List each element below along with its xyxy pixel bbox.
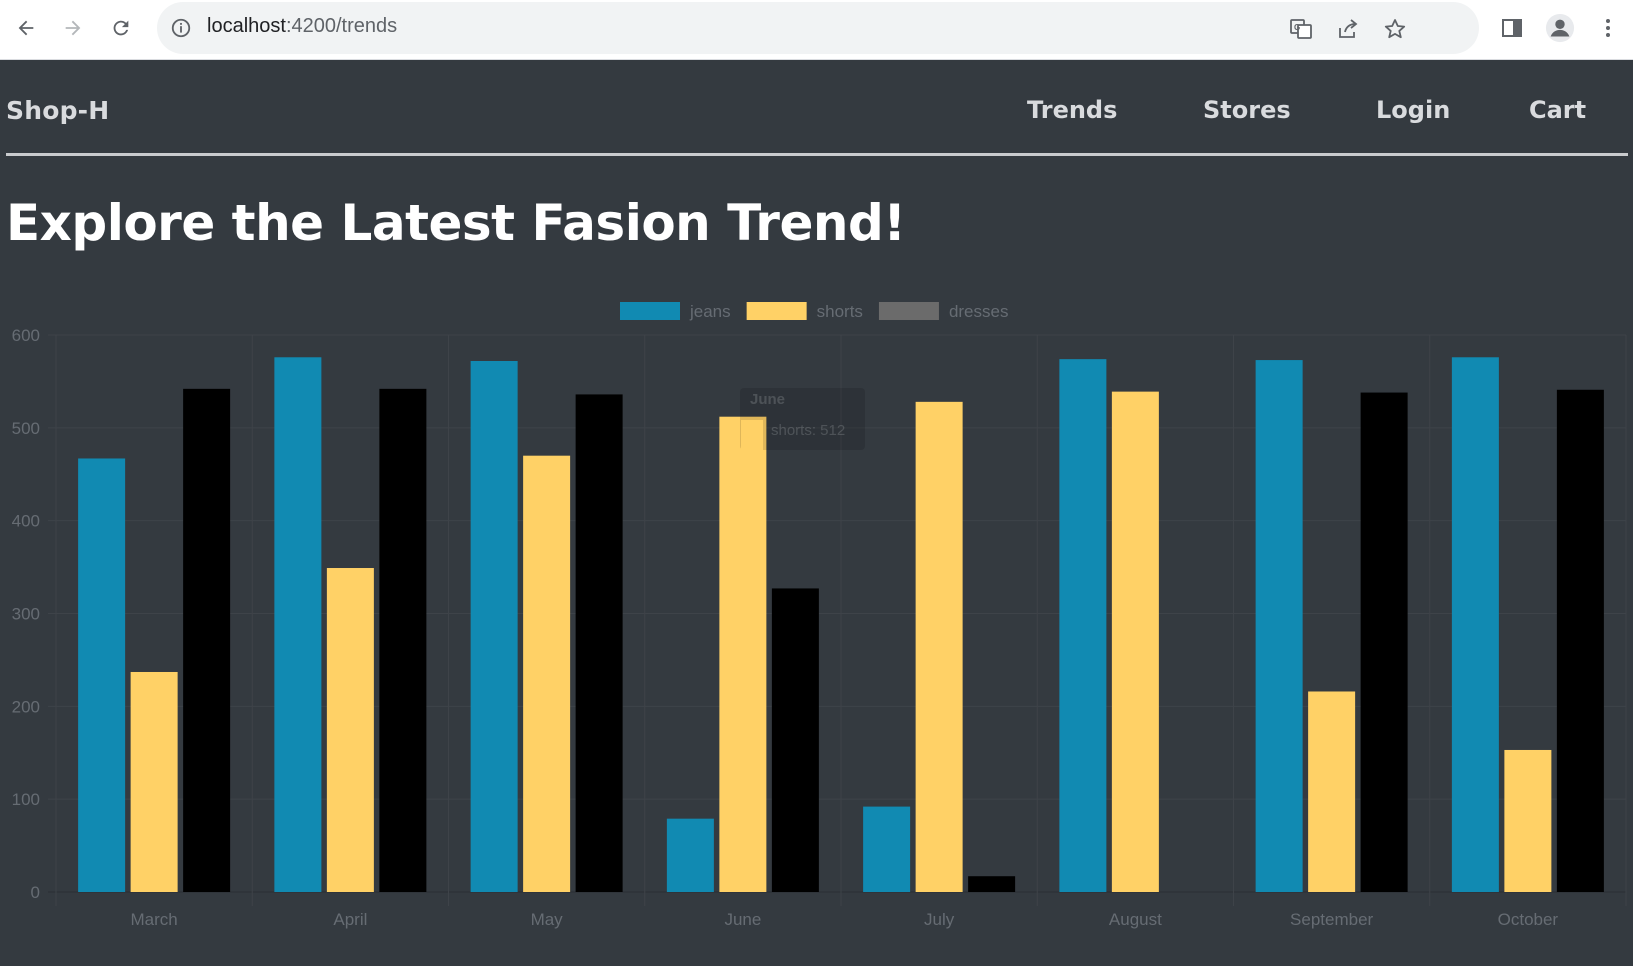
legend-label-jeans: jeans xyxy=(689,302,731,321)
bar-jeans xyxy=(666,818,714,892)
chart-tooltip: June shorts: 512 xyxy=(740,388,865,450)
side-panel-icon[interactable] xyxy=(1496,12,1528,44)
page-title: Explore the Latest Fasion Trend! xyxy=(6,194,906,252)
nav-link-cart[interactable]: Cart xyxy=(1529,96,1586,124)
tooltip-line: shorts: 512 xyxy=(771,422,845,439)
legend-label-shorts: shorts xyxy=(817,302,863,321)
reload-icon[interactable] xyxy=(103,10,139,46)
bar-dresses xyxy=(1556,389,1604,892)
legend-swatch-jeans xyxy=(620,302,680,320)
nav-divider xyxy=(6,153,1628,156)
bar-jeans xyxy=(274,357,322,892)
bar-shorts xyxy=(719,416,767,892)
y-axis-ticks: 0 100 200 300 400 500 600 xyxy=(12,326,40,902)
x-tick-label: April xyxy=(333,910,367,929)
forward-arrow-icon[interactable] xyxy=(55,10,91,46)
x-tick-label: June xyxy=(724,910,761,929)
bar-shorts xyxy=(1111,391,1159,892)
svg-text:G: G xyxy=(1294,23,1300,32)
profile-icon[interactable] xyxy=(1544,12,1576,44)
back-arrow-icon[interactable] xyxy=(8,10,44,46)
bar-dresses xyxy=(1360,392,1408,892)
bar-jeans xyxy=(1451,357,1499,892)
bar-shorts xyxy=(130,671,178,892)
y-tick-label: 300 xyxy=(12,605,40,624)
browser-toolbar: localhost:4200/trends G xyxy=(0,0,1633,60)
x-tick-label: October xyxy=(1498,910,1559,929)
y-tick-label: 0 xyxy=(31,883,40,902)
nav-link-login[interactable]: Login xyxy=(1376,96,1450,124)
y-tick-label: 100 xyxy=(12,790,40,809)
bar-dresses xyxy=(183,388,231,892)
trend-bar-chart: 0 100 200 300 400 500 600 March April May June Jul… xyxy=(12,302,1627,929)
tooltip-title: June xyxy=(750,391,785,408)
bar-dresses xyxy=(379,388,427,892)
x-axis-ticks: March April May June July August September Octo… xyxy=(131,910,1559,929)
x-tick-label: March xyxy=(131,910,178,929)
bar-jeans xyxy=(1255,360,1303,892)
nav-link-trends[interactable]: Trends xyxy=(1027,96,1117,124)
tooltip-swatch xyxy=(741,420,763,450)
translate-icon[interactable]: G xyxy=(1288,16,1314,42)
bar-jeans xyxy=(78,458,126,892)
menu-dots-icon[interactable] xyxy=(1592,12,1624,44)
x-tick-label: August xyxy=(1109,910,1162,929)
bar-jeans xyxy=(470,360,518,892)
url-path: :4200/trends xyxy=(285,15,398,37)
legend-label-dresses: dresses xyxy=(949,302,1009,321)
y-tick-label: 600 xyxy=(12,326,40,345)
bar-jeans xyxy=(1059,359,1107,892)
url-text: localhost:4200/trends xyxy=(207,15,397,38)
address-bar[interactable]: localhost:4200/trends G xyxy=(157,2,1479,54)
legend-swatch-dresses xyxy=(878,302,939,320)
x-tick-label: May xyxy=(531,910,564,929)
x-tick-label: July xyxy=(924,910,955,929)
share-icon[interactable] xyxy=(1335,16,1361,42)
bar-dresses xyxy=(968,876,1016,892)
bar-shorts xyxy=(915,401,963,892)
y-tick-label: 200 xyxy=(12,697,40,716)
bar-shorts xyxy=(523,455,571,892)
url-host: localhost xyxy=(207,15,286,37)
chart-legend: jeans shorts dresses xyxy=(620,302,1008,321)
y-tick-label: 400 xyxy=(12,512,40,531)
info-icon[interactable] xyxy=(169,16,193,40)
bar-dresses xyxy=(771,588,819,892)
bar-shorts xyxy=(1504,749,1552,892)
legend-swatch-shorts xyxy=(746,302,807,320)
bar-jeans xyxy=(863,806,911,892)
bar-dresses xyxy=(575,394,623,892)
bar-shorts xyxy=(326,568,374,892)
x-tick-label: September xyxy=(1290,910,1373,929)
bar-shorts xyxy=(1308,691,1356,892)
nav-link-stores[interactable]: Stores xyxy=(1203,96,1291,124)
y-tick-label: 500 xyxy=(12,419,40,438)
brand-logo[interactable]: Shop-H xyxy=(6,96,109,125)
star-icon[interactable] xyxy=(1382,16,1408,42)
